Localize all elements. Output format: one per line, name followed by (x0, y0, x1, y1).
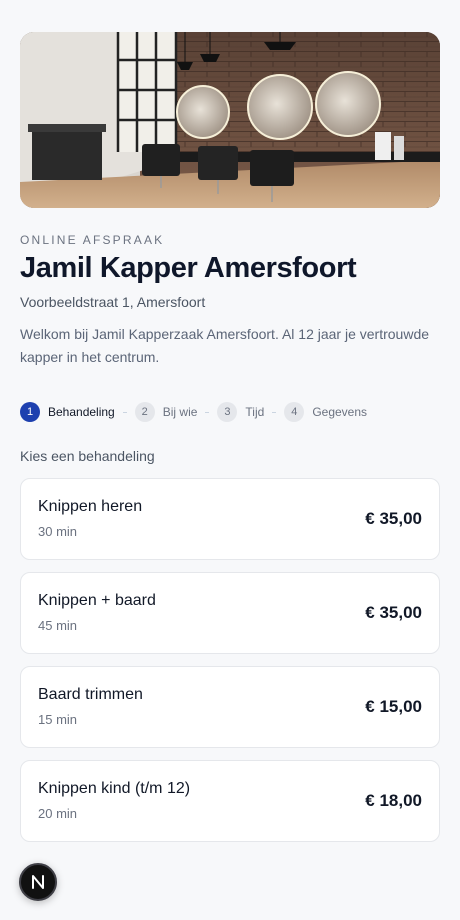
service-duration: 15 min (38, 712, 78, 727)
page-title: Jamil Kapper Amersfoort (20, 252, 357, 284)
service-duration: 45 min (38, 618, 78, 633)
hero-image (20, 32, 440, 208)
step-staff[interactable]: 2 Bij wie (134, 402, 198, 422)
step-divider (272, 411, 277, 413)
service-name: Baard trimmen (38, 686, 143, 703)
step-label: Bij wie (162, 405, 198, 419)
eyebrow-text: ONLINE AFSPRAAK (20, 233, 165, 247)
step-number: 2 (134, 402, 155, 422)
step-number: 1 (20, 402, 40, 422)
salon-address: Voorbeeldstraat 1, Amersfoort (20, 294, 206, 310)
n-letter-icon (32, 875, 44, 889)
step-treatment[interactable]: 1 Behandeling (20, 402, 115, 422)
booking-steps: 1 Behandeling 2 Bij wie 3 Tijd 4 Gegeven… (20, 401, 367, 423)
step-time[interactable]: 3 Tijd (217, 402, 264, 422)
step-number: 4 (284, 402, 305, 422)
service-price: € 15,00 (365, 697, 422, 716)
section-label: Kies een behandeling (20, 448, 155, 464)
service-price: € 35,00 (365, 603, 422, 622)
step-label: Tijd (245, 405, 265, 419)
step-divider (205, 411, 210, 413)
step-number: 3 (217, 402, 238, 422)
service-price: € 18,00 (365, 791, 422, 810)
service-name: Knippen heren (38, 498, 143, 515)
service-card[interactable]: Knippen kind (t/m 12) 20 min € 18,00 (20, 760, 440, 842)
step-divider (122, 411, 127, 413)
service-card[interactable]: Knippen + baard 45 min € 35,00 (20, 572, 440, 654)
service-card[interactable]: Knippen heren 30 min € 35,00 (20, 478, 440, 560)
salon-photo (20, 32, 440, 208)
service-price: € 35,00 (365, 509, 422, 528)
service-name: Knippen kind (t/m 12) (38, 780, 191, 797)
service-duration: 30 min (38, 524, 78, 539)
service-duration: 20 min (38, 806, 78, 821)
service-list: Knippen heren 30 min € 35,00 Knippen + b… (20, 478, 440, 854)
step-details[interactable]: 4 Gegevens (284, 402, 367, 422)
step-label: Gegevens (312, 405, 368, 419)
intro-text: Welkom bij Jamil Kapperzaak Amersfoort. … (20, 326, 430, 365)
service-name: Knippen + baard (38, 592, 156, 609)
service-card[interactable]: Baard trimmen 15 min € 15,00 (20, 666, 440, 748)
nextjs-n-icon[interactable] (19, 863, 57, 901)
step-label: Behandeling (48, 405, 115, 419)
